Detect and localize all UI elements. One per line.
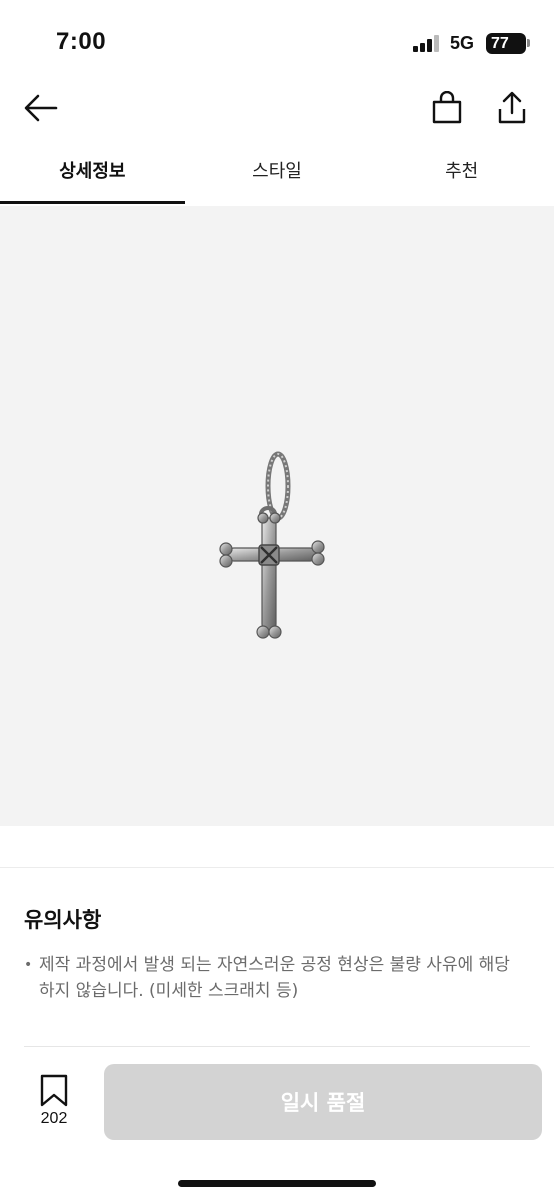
notice-divider xyxy=(24,1046,530,1047)
bookmark-icon xyxy=(40,1074,68,1107)
cellular-signal-icon xyxy=(413,34,441,52)
cart-button[interactable] xyxy=(425,80,469,136)
notice-title: 유의사항 xyxy=(24,908,102,932)
battery-level: 77 xyxy=(491,35,509,52)
bullet-icon: • xyxy=(24,957,33,973)
sold-out-button[interactable]: 일시 품절 xyxy=(104,1064,542,1140)
notice-item-text: 제작 과정에서 발생 되는 자연스러운 공정 현상은 불량 사유에 해당 하지 … xyxy=(39,955,510,1001)
home-indicator xyxy=(178,1180,376,1187)
arrow-left-icon xyxy=(24,94,58,122)
cross-pendant-image xyxy=(219,451,325,639)
section-divider xyxy=(0,867,554,868)
share-button[interactable] xyxy=(490,80,534,136)
notice-item: • 제작 과정에서 발생 되는 자연스러운 공정 현상은 불량 사유에 해당 하… xyxy=(24,952,530,1004)
detail-tabs: 상세정보 스타일 추천 xyxy=(0,140,554,204)
status-time: 7:00 xyxy=(56,28,107,55)
tab-recommend[interactable]: 추천 xyxy=(369,140,554,204)
nav-header xyxy=(0,80,554,136)
shopping-bag-icon xyxy=(432,91,462,124)
network-type: 5G xyxy=(450,33,475,53)
tab-details[interactable]: 상세정보 xyxy=(0,140,185,204)
tab-style[interactable]: 스타일 xyxy=(185,140,370,204)
bookmark-button[interactable]: 202 xyxy=(26,1072,82,1136)
bookmark-count: 202 xyxy=(40,1110,68,1127)
battery-icon: 77 xyxy=(486,33,526,54)
battery-cap xyxy=(527,39,530,47)
status-bar: 7:00 5G 77 xyxy=(0,0,554,80)
back-button[interactable] xyxy=(19,80,63,136)
share-icon xyxy=(498,91,526,124)
